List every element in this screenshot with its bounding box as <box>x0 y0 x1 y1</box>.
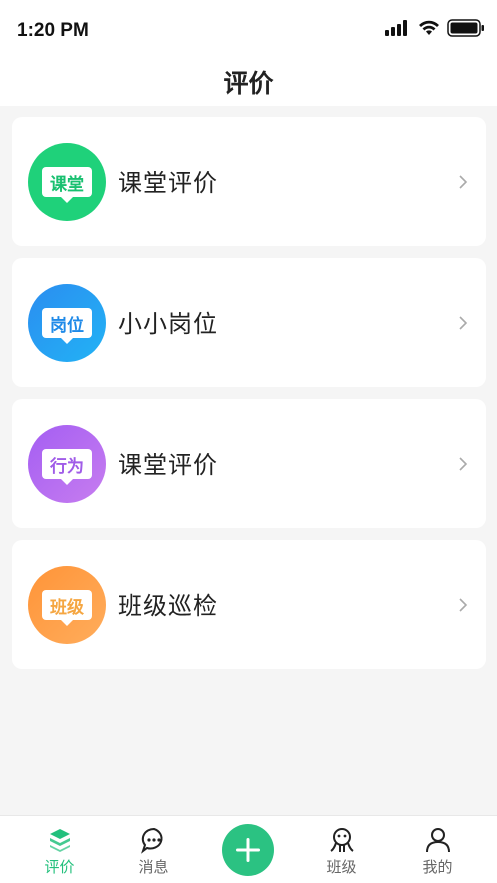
status-bar: 1:20 PM <box>0 0 497 58</box>
tab-label: 消息 <box>138 858 169 876</box>
behavior-badge-icon: 行为 <box>28 425 106 503</box>
classroom-badge-icon: 课堂 <box>28 143 106 221</box>
tab-label: 我的 <box>422 858 453 876</box>
card-label: 班级巡检 <box>118 592 218 620</box>
tab-profile[interactable]: 我的 <box>388 816 487 883</box>
badge-text: 岗位 <box>42 308 92 338</box>
post-badge-icon: 岗位 <box>28 284 106 362</box>
class-badge-icon: 班级 <box>28 566 106 644</box>
chevron-right-icon <box>459 175 468 189</box>
card-classroom-evaluation[interactable]: 课堂 课堂评价 <box>12 117 486 246</box>
card-little-post[interactable]: 岗位 小小岗位 <box>12 258 486 387</box>
card-label: 课堂评价 <box>118 451 218 479</box>
card-label: 小小岗位 <box>118 310 218 338</box>
page-title: 评价 <box>223 69 274 98</box>
status-time: 1:20 PM <box>17 20 89 41</box>
add-button[interactable] <box>222 824 274 876</box>
card-class-inspection[interactable]: 班级 班级巡检 <box>12 540 486 669</box>
nav-bar: 评价 <box>0 58 497 106</box>
badge-text: 课堂 <box>42 167 92 197</box>
add-icon <box>236 838 260 862</box>
tab-label: 评价 <box>44 858 75 876</box>
tab-class[interactable]: 班级 <box>292 816 391 883</box>
tab-messages[interactable]: 消息 <box>104 816 203 883</box>
tab-evaluate[interactable]: 评价 <box>10 816 109 883</box>
signal-icon <box>385 20 407 36</box>
badge-text: 行为 <box>42 449 92 479</box>
message-icon <box>140 827 163 854</box>
evaluate-icon <box>49 829 70 852</box>
tab-label: 班级 <box>326 858 357 876</box>
status-icons <box>385 17 485 39</box>
tab-bar: 评价 消息 班级 我的 <box>0 815 497 883</box>
class-icon <box>329 828 354 852</box>
card-behavior-evaluation[interactable]: 行为 课堂评价 <box>12 399 486 528</box>
chevron-right-icon <box>459 598 468 612</box>
battery-icon <box>447 19 484 37</box>
chevron-right-icon <box>459 457 468 471</box>
badge-text: 班级 <box>42 590 92 620</box>
chevron-right-icon <box>459 316 468 330</box>
wifi-icon <box>419 20 439 35</box>
card-label: 课堂评价 <box>118 169 218 197</box>
profile-icon <box>425 828 450 853</box>
